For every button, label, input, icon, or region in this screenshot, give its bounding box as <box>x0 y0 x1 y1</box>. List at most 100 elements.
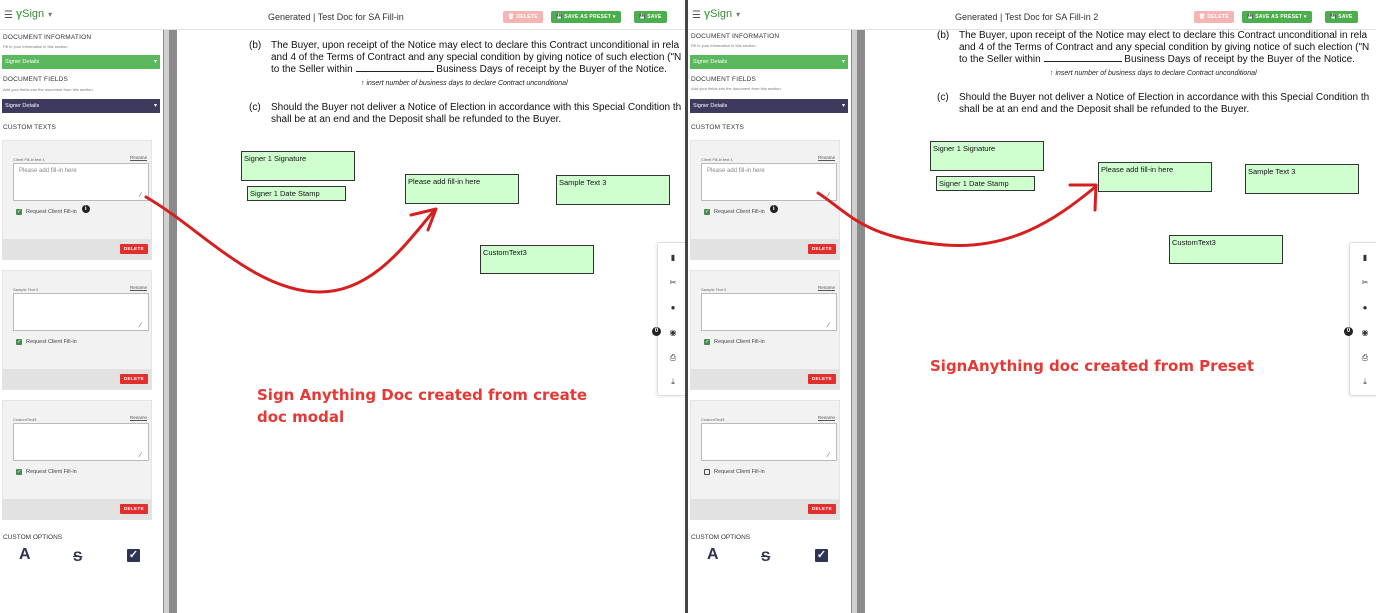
custom-text-input[interactable] <box>13 163 149 201</box>
page-gutter <box>163 30 177 613</box>
delete-document-button[interactable]: 🗑 DELETE <box>503 11 543 23</box>
custom-text-card: CustomText3 Rename ∕ Request Client Fill… <box>690 400 840 520</box>
resize-handle-icon[interactable]: ∕ <box>140 322 141 329</box>
hamburger-icon[interactable]: ☰ <box>4 10 13 21</box>
document-icon[interactable]: ▮ <box>668 253 678 262</box>
custom-text-input[interactable] <box>701 163 837 201</box>
save-button[interactable]: 💾 SAVE <box>634 11 667 23</box>
download-icon[interactable]: ⤓ <box>668 377 678 387</box>
document-canvas: (b) The Buyer, upon receipt of the Notic… <box>177 30 686 613</box>
checkbox-icon[interactable]: ✓ <box>815 549 828 562</box>
request-fill-in-checkbox[interactable]: ✓ Request Client Fill-in i <box>16 204 90 215</box>
app-name: Sign <box>22 8 45 20</box>
delete-custom-text-button[interactable]: DELETE <box>119 244 148 254</box>
save-button[interactable]: 💾 SAVE <box>1325 11 1358 23</box>
signer-details-select[interactable]: Signer Details ▾ <box>690 55 848 69</box>
print-icon[interactable]: ⎙ <box>1360 353 1370 363</box>
signer-details-select[interactable]: Signer Details ▾ <box>2 55 160 69</box>
signature-icon[interactable]: ✂ <box>1360 278 1370 287</box>
rename-link[interactable]: Rename <box>818 285 835 290</box>
delete-custom-text-button[interactable]: DELETE <box>119 504 148 514</box>
resize-handle-icon[interactable]: ∕ <box>140 452 141 459</box>
custom-text-label: Client Fill-in text 1 <box>13 157 45 162</box>
resize-handle-icon[interactable]: ∕ <box>828 322 829 329</box>
sample-text-field[interactable]: Sample Text 3 <box>1245 164 1359 194</box>
info-icon[interactable]: ● <box>1360 303 1370 312</box>
custom-text-input[interactable] <box>13 293 149 331</box>
rename-link[interactable]: Rename <box>130 285 147 290</box>
info-icon[interactable]: i <box>769 204 778 213</box>
resize-handle-icon[interactable]: ∕ <box>140 192 141 199</box>
date-stamp-field[interactable]: Signer 1 Date Stamp <box>247 186 346 201</box>
delete-document-button[interactable]: 🗑 DELETE <box>1194 11 1234 23</box>
info-icon[interactable]: ● <box>668 303 678 312</box>
custom-text-label: Client Fill-in text 1 <box>701 157 733 162</box>
custom-options-heading: CUSTOM OPTIONS <box>691 534 751 541</box>
custom-text-field[interactable]: CustomText3 <box>480 245 594 274</box>
resize-handle-icon[interactable]: ∕ <box>828 452 829 459</box>
custom-text-card: Sample Text 3 Rename ∕ ✓ Request Client F… <box>690 270 840 390</box>
document-fields-subtext: Add your fields into the document from t… <box>3 87 94 92</box>
stamp-icon[interactable]: ◉ <box>668 328 678 337</box>
print-icon[interactable]: ⎙ <box>668 353 678 363</box>
delete-custom-text-button[interactable]: DELETE <box>119 374 148 384</box>
hint-text: ↑ insert number of business days to decl… <box>361 80 568 87</box>
date-stamp-field[interactable]: Signer 1 Date Stamp <box>936 176 1035 191</box>
checkbox-checked-icon: ✓ <box>704 209 710 215</box>
rename-link[interactable]: Rename <box>130 155 147 160</box>
font-icon[interactable]: A <box>19 546 31 564</box>
app-logo[interactable]: γSign ▾ <box>16 8 52 20</box>
app-logo[interactable]: γSign ▾ <box>704 8 740 20</box>
sidebar: DOCUMENT INFORMATION Fill in your inform… <box>0 30 163 613</box>
delete-custom-text-button[interactable]: DELETE <box>807 244 836 254</box>
signature-field[interactable]: Signer 1 Signature <box>241 151 355 181</box>
hamburger-icon[interactable]: ☰ <box>692 10 701 21</box>
signature-icon[interactable]: ✂ <box>668 278 678 287</box>
download-icon[interactable]: ⤓ <box>1360 377 1370 387</box>
top-bar: ☰ γSign ▾ Generated | Test Doc for SA Fil… <box>688 0 1376 30</box>
save-as-preset-button[interactable]: 💾 SAVE AS PRESET ▾ <box>1242 11 1312 23</box>
request-fill-in-checkbox[interactable]: ✓ Request Client Fill-in i <box>704 204 778 215</box>
sample-text-field[interactable]: Sample Text 3 <box>556 175 670 205</box>
document-information-heading: DOCUMENT INFORMATION <box>691 33 780 40</box>
request-fill-in-checkbox[interactable]: ✓ Request Client Fill-in <box>704 339 765 345</box>
chevron-down-icon: ▾ <box>153 59 157 65</box>
document-icon[interactable]: ▮ <box>1360 253 1370 262</box>
checkbox-icon[interactable]: ✓ <box>127 549 140 562</box>
checkbox-checked-icon: ✓ <box>16 339 22 345</box>
delete-custom-text-button[interactable]: DELETE <box>807 374 836 384</box>
delete-custom-text-button[interactable]: DELETE <box>807 504 836 514</box>
strikethrough-icon[interactable]: S <box>73 548 82 564</box>
custom-text-input[interactable] <box>701 423 837 461</box>
document-fields-subtext: Add your fields into the document from t… <box>691 86 782 91</box>
card-footer: DELETE <box>691 239 839 259</box>
font-icon[interactable]: A <box>707 546 719 564</box>
request-fill-in-checkbox[interactable]: Request Client Fill-in <box>704 469 765 475</box>
document-canvas: (b) The Buyer, upon receipt of the Notic… <box>865 30 1376 613</box>
fill-in-field[interactable]: Please add fill-in here <box>1098 162 1212 192</box>
fields-signer-select[interactable]: Signer Details ▾ <box>690 99 848 113</box>
request-fill-in-checkbox[interactable]: ✓ Request Client Fill-in <box>16 469 77 475</box>
custom-text-field[interactable]: CustomText3 <box>1169 235 1283 264</box>
rename-link[interactable]: Rename <box>130 415 147 420</box>
custom-text-input[interactable] <box>701 293 837 331</box>
resize-handle-icon[interactable]: ∕ <box>828 192 829 199</box>
rename-link[interactable]: Rename <box>818 415 835 420</box>
fill-in-field[interactable]: Please add fill-in here <box>405 174 519 204</box>
page-gutter <box>851 30 865 613</box>
notification-badge: 0 <box>1344 327 1353 336</box>
business-days-blank <box>1043 53 1122 62</box>
rename-link[interactable]: Rename <box>818 155 835 160</box>
pane-left: ☰ γSign ▾ Generated | Test Doc for SA Fil… <box>0 0 686 613</box>
strikethrough-icon[interactable]: S <box>761 548 770 564</box>
sidebar: DOCUMENT INFORMATION Fill in your inform… <box>688 30 851 613</box>
save-as-preset-button[interactable]: 💾 SAVE AS PRESET ▾ <box>551 11 621 23</box>
custom-text-card: Client Fill-in text 1 Rename ∕ ✓Request … <box>2 140 152 260</box>
custom-text-input[interactable] <box>13 423 149 461</box>
custom-text-label: Sample Text 3 <box>13 287 39 292</box>
signature-field[interactable]: Signer 1 Signature <box>930 141 1044 171</box>
stamp-icon[interactable]: ◉ <box>1360 328 1370 337</box>
fields-signer-select[interactable]: Signer Details ▾ <box>2 99 160 113</box>
request-fill-in-checkbox[interactable]: ✓ Request Client Fill-in <box>16 339 77 345</box>
info-icon[interactable]: i <box>81 204 90 213</box>
